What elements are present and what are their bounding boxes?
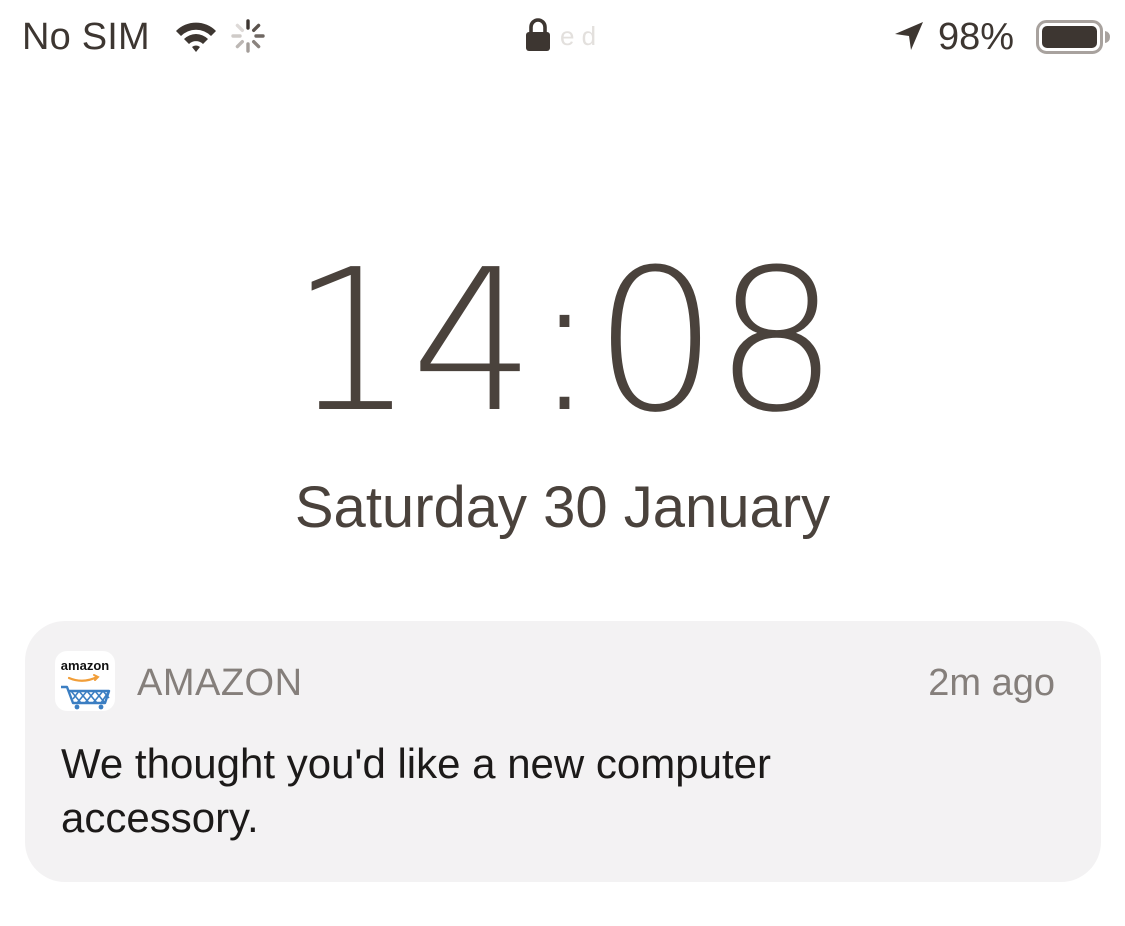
lock-icon bbox=[524, 17, 552, 53]
lock-status-text: e d bbox=[560, 21, 597, 51]
battery-icon bbox=[1036, 20, 1112, 54]
carrier-label: No SIM bbox=[22, 16, 150, 58]
status-bar: No SIM e d 98% bbox=[0, 0, 1125, 80]
notification-app-name: AMAZON bbox=[137, 662, 303, 704]
notification-timestamp: 2m ago bbox=[928, 662, 1055, 704]
lock-screen-time: 14:08 bbox=[290, 228, 839, 456]
notification-card[interactable]: amazon AMAZON 2m ago We thought you'd li… bbox=[25, 621, 1101, 882]
activity-spinner-icon bbox=[230, 18, 266, 54]
lock-screen-date: Saturday 30 January bbox=[294, 475, 831, 540]
wifi-icon bbox=[172, 19, 220, 55]
amazon-cart-icon: amazon bbox=[55, 651, 115, 711]
battery-fill bbox=[1042, 26, 1097, 48]
battery-percentage: 98% bbox=[938, 16, 1015, 58]
notification-message: We thought you'd like a new computer acc… bbox=[61, 740, 771, 841]
location-arrow-icon bbox=[892, 19, 926, 53]
